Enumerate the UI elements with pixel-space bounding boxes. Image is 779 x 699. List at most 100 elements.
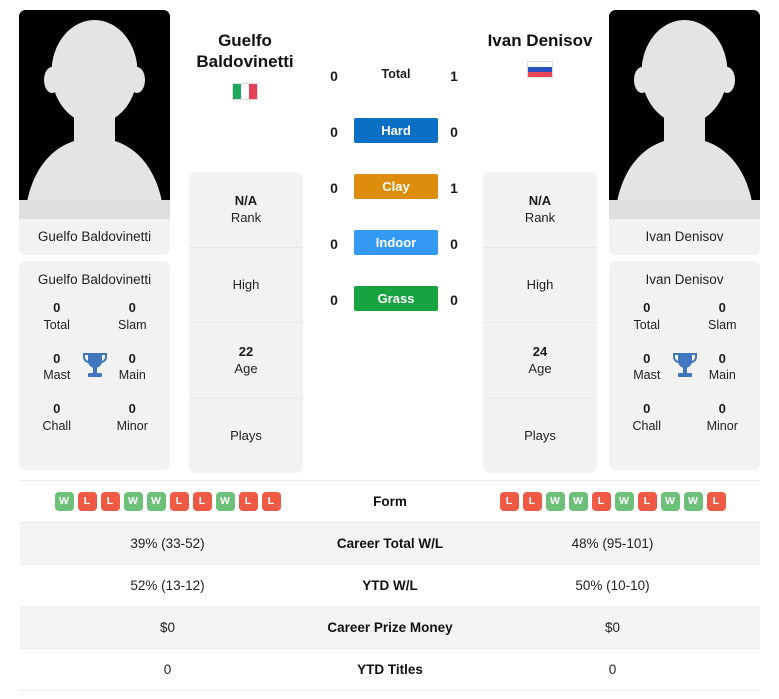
title-stat-value: 0: [718, 300, 726, 315]
form-badge-l[interactable]: L: [77, 492, 97, 511]
form-badge-w[interactable]: W: [146, 492, 166, 511]
form-badge-w[interactable]: W: [54, 492, 74, 511]
form-badge-l[interactable]: L: [591, 492, 611, 511]
title-stat-label: Total: [633, 317, 660, 332]
h2h-surface-label-grass[interactable]: Grass: [354, 286, 438, 311]
title-stat-value: 0: [53, 401, 61, 417]
avatar-caption-right: Ivan Denisov: [609, 219, 760, 255]
title-stat-label: Total: [43, 317, 70, 332]
table-row-ytd-wl: 52% (13-12) YTD W/L 50% (10-10): [20, 565, 760, 607]
info-row-high-left: High: [189, 248, 303, 323]
title-stat-total-left: 0 Total: [19, 299, 95, 338]
ytd-wl-left: 52% (13-12): [130, 578, 205, 593]
title-stat-total-right: 0 Total: [609, 299, 685, 338]
info-row-age-left: 22 Age: [189, 323, 303, 399]
age-value: 24: [532, 343, 548, 359]
trophy-icon: [82, 351, 108, 381]
info-row-high-right: High: [483, 248, 597, 323]
form-badge-l[interactable]: L: [261, 492, 281, 511]
table-row-label-form: Form: [373, 494, 407, 509]
form-badge-w[interactable]: W: [660, 492, 680, 511]
titles-card-name-right: Ivan Denisov: [645, 272, 724, 287]
form-badge-l[interactable]: L: [238, 492, 258, 511]
comparison-table: WLLWWLLWLL Form LLWWLWLWWL 39% (33-52) C…: [20, 480, 760, 691]
h2h-row-grass: 0 Grass 0: [320, 286, 460, 342]
form-badge-w[interactable]: W: [614, 492, 634, 511]
titles-grid-right: 0 Total 0 Slam 0 Mast 0 Main 0 Chall 0 M…: [609, 299, 760, 439]
player-name-left-line1: Guelfo: [218, 31, 272, 50]
ytd-wl-right: 50% (10-10): [575, 578, 650, 593]
h2h-left-score: 0: [330, 236, 338, 252]
title-stat-value: 0: [53, 300, 61, 315]
title-stat-slam-right: 0 Slam: [685, 299, 761, 338]
h2h-row-clay: 0 Clay 1: [320, 174, 460, 230]
flag-icon-russia: [527, 61, 553, 79]
player-name-left-line2: Baldovinetti: [196, 52, 294, 72]
player-photo-card-right[interactable]: Ivan Denisov: [609, 10, 760, 255]
career-prize-money-right: $0: [604, 620, 621, 635]
title-stat-label: Minor: [706, 418, 738, 433]
table-row-ytd-titles: 0 YTD Titles 0: [20, 649, 760, 691]
h2h-right-score: 0: [450, 292, 458, 308]
avatar-caption-left: Guelfo Baldovinetti: [19, 219, 170, 255]
info-row-rank-left: N/A Rank: [189, 172, 303, 248]
form-badge-w[interactable]: W: [545, 492, 565, 511]
table-row-form: WLLWWLLWLL Form LLWWLWLWWL: [20, 481, 760, 523]
table-row-label-career-prize-money: Career Prize Money: [327, 620, 453, 635]
title-stat-label: Minor: [116, 418, 148, 433]
career-prize-money-left: $0: [159, 620, 176, 635]
h2h-surface-label-hard[interactable]: Hard: [354, 118, 438, 143]
info-card-left: N/A Rank High 22 Age Plays: [189, 172, 303, 473]
form-badge-l[interactable]: L: [637, 492, 657, 511]
h2h-row-total: 0 Total 1: [320, 62, 460, 118]
rank-label: Rank: [524, 210, 556, 226]
form-badge-w[interactable]: W: [568, 492, 588, 511]
plays-label: Plays: [230, 427, 262, 443]
form-badge-l[interactable]: L: [499, 492, 519, 511]
player-comparison-page: Guelfo Baldovinetti Ivan Denisov Guelfo …: [0, 0, 779, 699]
h2h-surface-label-indoor[interactable]: Indoor: [354, 230, 438, 255]
title-stat-chall-left: 0 Chall: [19, 400, 95, 439]
form-badge-w[interactable]: W: [123, 492, 143, 511]
h2h-surface-label-clay[interactable]: Clay: [354, 174, 438, 199]
ytd-titles-right: 0: [608, 662, 617, 677]
title-stat-slam-left: 0 Slam: [95, 299, 171, 338]
form-badge-l[interactable]: L: [522, 492, 542, 511]
titles-grid-left: 0 Total 0 Slam 0 Mast 0 Main 0 Chall 0 M…: [19, 299, 170, 439]
h2h-right-score: 1: [450, 68, 458, 84]
form-strip-right: LLWWLWLWWL: [465, 492, 760, 511]
form-badge-w[interactable]: W: [215, 492, 235, 511]
avatar-right: [609, 10, 760, 219]
age-label: Age: [234, 361, 258, 377]
table-row-label-ytd-titles: YTD Titles: [357, 662, 423, 677]
table-row-career-prize-money: $0 Career Prize Money $0: [20, 607, 760, 649]
age-label: Age: [528, 361, 552, 377]
age-value: 22: [238, 343, 254, 359]
form-badge-w[interactable]: W: [683, 492, 703, 511]
title-stat-minor-right: 0 Minor: [685, 400, 761, 439]
head-to-head-surfaces: 0 Total 1 0 Hard 0 0 Clay 1 0 Indoor 0 0: [320, 62, 460, 342]
info-card-right: N/A Rank High 24 Age Plays: [483, 172, 597, 473]
form-badge-l[interactable]: L: [169, 492, 189, 511]
form-strip-left: WLLWWLLWLL: [20, 492, 315, 511]
h2h-row-indoor: 0 Indoor 0: [320, 230, 460, 286]
player-name-right-line1: Ivan Denisov: [487, 31, 593, 50]
titles-card-name-left: Guelfo Baldovinetti: [37, 272, 152, 287]
avatar-left: [19, 10, 170, 219]
table-row-career-total-wl: 39% (33-52) Career Total W/L 48% (95-101…: [20, 523, 760, 565]
h2h-left-score: 0: [330, 68, 338, 84]
h2h-row-hard: 0 Hard 0: [320, 118, 460, 174]
player-photo-card-left[interactable]: Guelfo Baldovinetti: [19, 10, 170, 255]
h2h-surface-label-total: Total: [381, 67, 411, 81]
form-badge-l[interactable]: L: [100, 492, 120, 511]
rank-label: Rank: [230, 210, 262, 226]
form-badge-l[interactable]: L: [706, 492, 726, 511]
h2h-left-score: 0: [330, 292, 338, 308]
title-stat-label: Slam: [118, 317, 147, 332]
title-stat-value: 0: [643, 300, 651, 315]
form-badge-l[interactable]: L: [192, 492, 212, 511]
info-row-plays-right: Plays: [483, 399, 597, 474]
player-headline-left: Guelfo Baldovinetti: [170, 30, 320, 100]
title-stat-minor-left: 0 Minor: [95, 400, 171, 439]
player-headline-right: Ivan Denisov: [465, 30, 615, 79]
